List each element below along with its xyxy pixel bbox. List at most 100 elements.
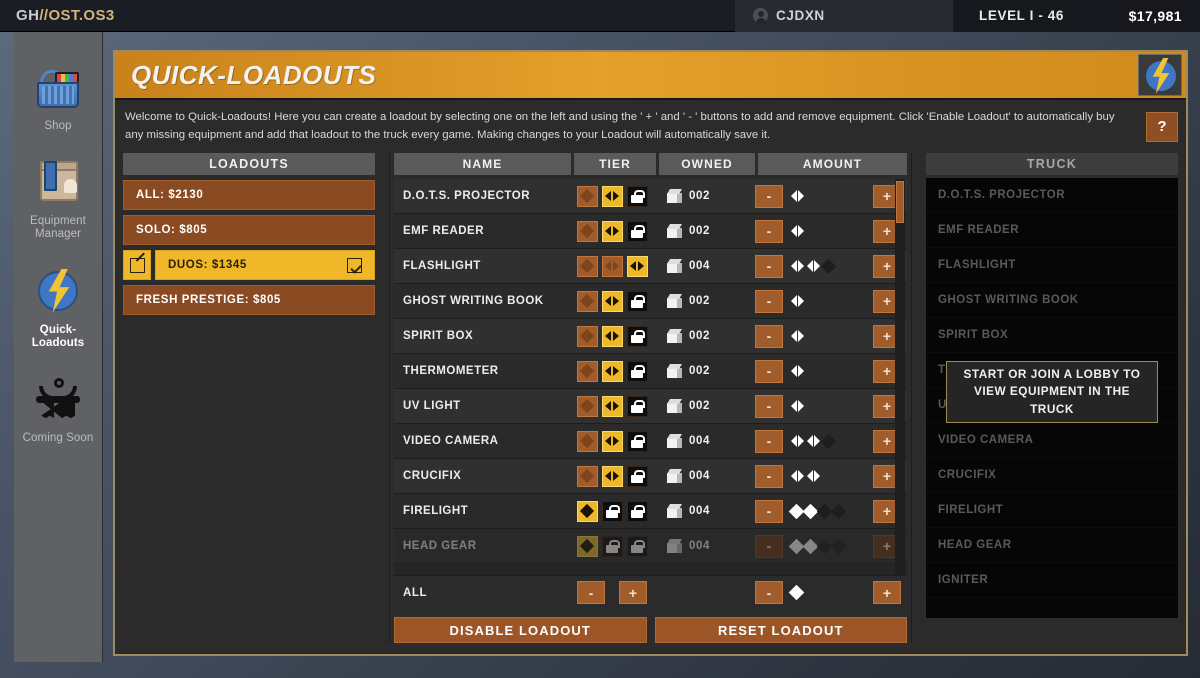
amount-minus-button[interactable]: -: [755, 324, 783, 348]
tier-active-button[interactable]: [626, 255, 648, 277]
loadout-button[interactable]: ALL: $2130: [123, 180, 375, 210]
all-amount-minus-button[interactable]: -: [755, 581, 783, 604]
diamond-icon: [579, 223, 595, 239]
amount-minus-button[interactable]: -: [755, 254, 783, 278]
user-profile[interactable]: CJDXN: [735, 0, 954, 32]
all-amount-plus-button[interactable]: +: [873, 581, 901, 604]
tier-active-button[interactable]: [601, 325, 623, 347]
amount-minus-button[interactable]: -: [755, 429, 783, 453]
amount-cell: - +: [749, 464, 907, 488]
equipment-name: FLASHLIGHT: [403, 260, 481, 272]
tier-active-button[interactable]: [601, 395, 623, 417]
lock-icon: [631, 539, 645, 553]
disable-loadout-button[interactable]: DISABLE LOADOUT: [394, 617, 647, 643]
amount-minus-button[interactable]: -: [755, 464, 783, 488]
tier-locked-icon: [626, 535, 648, 557]
owned-count: 004: [689, 505, 710, 517]
owned-count: 004: [689, 260, 710, 272]
loadout-button[interactable]: SOLO: $805: [123, 215, 375, 245]
amount-minus-button[interactable]: -: [755, 499, 783, 523]
tier-button[interactable]: [576, 430, 598, 452]
amount-pips: [783, 190, 873, 202]
amount-cell: - +: [749, 184, 907, 208]
equipment-box-icon: [31, 155, 85, 209]
amount-pips: [783, 470, 873, 482]
loadout-item-all[interactable]: ALL: $2130: [123, 180, 375, 210]
table-scrollbar[interactable]: [895, 179, 905, 575]
sidebar-item-quick-loadouts[interactable]: Quick-Loadouts: [14, 258, 103, 360]
owned-count: 002: [689, 295, 710, 307]
amount-pips: [783, 433, 873, 449]
tier-locked-icon: [626, 220, 648, 242]
tier-active-button[interactable]: [601, 465, 623, 487]
arrows-icon: [630, 260, 644, 272]
lock-icon: [606, 504, 620, 518]
user-name: CJDXN: [776, 8, 825, 23]
sidebar-item-shop[interactable]: Shop: [14, 54, 103, 143]
equipment-name: GHOST WRITING BOOK: [403, 295, 544, 307]
loadout-item-fresh-prestige[interactable]: FRESH PRESTIGE: $805: [123, 285, 375, 315]
tier-button[interactable]: [576, 325, 598, 347]
loadout-button[interactable]: FRESH PRESTIGE: $805: [123, 285, 375, 315]
amount-minus-button[interactable]: -: [755, 534, 783, 558]
lock-icon: [631, 504, 645, 518]
tier-button[interactable]: [601, 255, 623, 277]
tier-active-button[interactable]: [601, 185, 623, 207]
divider-left: [389, 153, 390, 643]
tier-active-button[interactable]: [601, 290, 623, 312]
loadouts-header: LOADOUTS: [123, 153, 375, 175]
tier-button[interactable]: [576, 290, 598, 312]
sidebar-item-equipment-manager[interactable]: Equipment Manager: [14, 149, 103, 251]
loadout-label: SOLO: $805: [136, 224, 208, 236]
lock-icon: [631, 224, 645, 238]
amount-cell: - +: [749, 359, 907, 383]
tier-locked-icon: [626, 360, 648, 382]
all-tier-plus-button[interactable]: +: [619, 581, 647, 604]
lock-icon: [631, 329, 645, 343]
tier-button[interactable]: [576, 220, 598, 242]
table-row: GHOST WRITING BOOK 002 - +: [394, 284, 907, 319]
loadout-item-solo[interactable]: SOLO: $805: [123, 215, 375, 245]
sidebar-item-coming-soon[interactable]: Coming Soon: [14, 366, 103, 455]
help-button[interactable]: ?: [1146, 111, 1178, 142]
table-row: FLASHLIGHT 004 - +: [394, 249, 907, 284]
owned-count: 004: [689, 435, 710, 447]
checkbox-icon[interactable]: [347, 257, 362, 273]
equipment-name: HEAD GEAR: [403, 540, 477, 552]
all-tier-minus-button[interactable]: -: [577, 581, 605, 604]
tier-button[interactable]: [576, 255, 598, 277]
amount-minus-button[interactable]: -: [755, 394, 783, 418]
amount-minus-button[interactable]: -: [755, 359, 783, 383]
tier-active-button[interactable]: [576, 535, 598, 557]
amount-minus-button[interactable]: -: [755, 289, 783, 313]
tier-button[interactable]: [576, 465, 598, 487]
package-box-icon: [667, 469, 682, 483]
amount-pips: [783, 258, 873, 274]
tier-active-button[interactable]: [576, 500, 598, 522]
tier-locked-icon: [601, 500, 623, 522]
tier-button[interactable]: [576, 185, 598, 207]
owned-cell: 004: [653, 504, 749, 518]
tier-active-button[interactable]: [601, 360, 623, 382]
tier-button[interactable]: [576, 395, 598, 417]
tier-button[interactable]: [576, 360, 598, 382]
owned-count: 002: [689, 365, 710, 377]
lock-icon: [631, 434, 645, 448]
edit-icon[interactable]: [123, 250, 151, 280]
loadout-button[interactable]: DUOS: $1345: [155, 250, 375, 280]
tier-active-button[interactable]: [601, 220, 623, 242]
amount-pip-diamond-empty: [820, 433, 837, 449]
tier-active-button[interactable]: [601, 430, 623, 452]
amount-minus-button[interactable]: -: [755, 219, 783, 243]
loadout-item-duos[interactable]: DUOS: $1345: [123, 250, 375, 280]
reset-loadout-button[interactable]: RESET LOADOUT: [654, 617, 907, 643]
divider-right: [911, 153, 912, 643]
equipment-name: VIDEO CAMERA: [403, 435, 499, 447]
amount-minus-button[interactable]: -: [755, 184, 783, 208]
scrollbar-thumb[interactable]: [896, 181, 904, 223]
diamond-icon: [579, 258, 595, 274]
equipment-name: D.O.T.S. PROJECTOR: [403, 190, 531, 202]
amount-pips: [783, 365, 873, 377]
amount-pip-diamond-empty: [820, 258, 837, 274]
amount-pips: [783, 225, 873, 237]
